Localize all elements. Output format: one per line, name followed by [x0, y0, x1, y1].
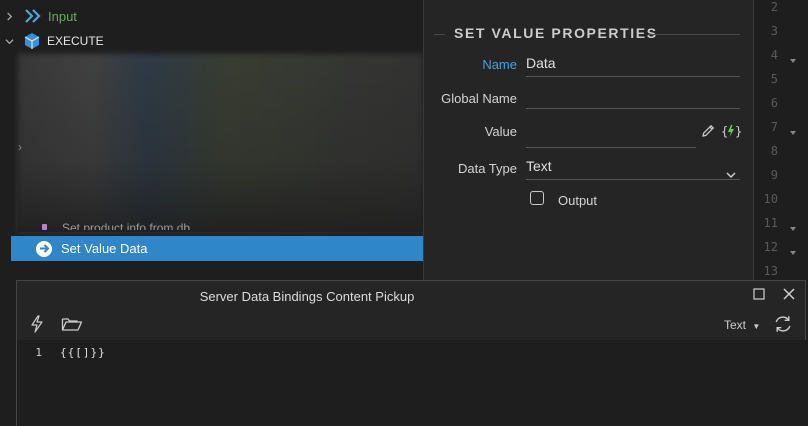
value-field[interactable] [526, 123, 696, 148]
fold-arrow-icon[interactable] [789, 53, 797, 63]
arrow-right-icon [36, 240, 52, 257]
code-line-text[interactable]: {{[]}} [60, 346, 106, 359]
properties-title: SET VALUE PROPERTIES [454, 25, 658, 41]
line-number: 2 [770, 0, 778, 14]
line-number: 12 [763, 240, 778, 254]
code-line-number: 1 [35, 346, 42, 359]
tree-item-input[interactable]: Input [0, 4, 77, 28]
divider [434, 34, 445, 35]
data-type-label: Data Type [457, 161, 517, 176]
line-number: 7 [770, 120, 778, 134]
line-number: 5 [770, 72, 778, 86]
svg-text:}: } [735, 125, 741, 139]
code-editor-gutter [753, 0, 808, 280]
line-number: 11 [763, 216, 778, 230]
tree-item-execute[interactable]: EXECUTE [0, 29, 104, 53]
output-label: Output [558, 193, 598, 208]
fold-arrow-icon[interactable] [789, 125, 797, 135]
divider [648, 34, 740, 35]
name-label: Name [482, 57, 517, 72]
chevron-down-icon [726, 163, 736, 185]
refresh-icon[interactable] [772, 313, 794, 335]
lightning-icon[interactable] [28, 313, 46, 335]
cube-icon [23, 32, 41, 50]
name-field[interactable]: Data [526, 52, 740, 77]
line-number: 13 [763, 264, 778, 278]
data-type-select[interactable]: Text [526, 155, 740, 180]
tree-item-partial-label: Set product info from db [62, 221, 191, 230]
line-number: 8 [770, 144, 778, 158]
line-number: 9 [770, 168, 778, 182]
mode-select[interactable]: Text ▼ [724, 318, 760, 332]
line-number: 6 [770, 96, 778, 110]
pencil-icon[interactable] [698, 121, 718, 141]
chevron-right-icon[interactable] [0, 11, 18, 21]
global-name-field[interactable] [526, 84, 740, 109]
code-editor[interactable] [17, 340, 806, 426]
blurred-content-overlay [18, 54, 423, 232]
dialog-title: Server Data Bindings Content Pickup [199, 289, 415, 304]
tree-item-set-value-data[interactable]: Set Value Data [11, 236, 423, 261]
chevron-right-icon: › [18, 140, 22, 154]
data-type-value: Text [526, 158, 552, 174]
tree-item-set-value-data-label: Set Value Data [61, 241, 148, 256]
line-number: 3 [770, 24, 778, 38]
tree-item-execute-label: EXECUTE [47, 34, 104, 48]
dynamic-data-icon[interactable]: {} [720, 121, 742, 141]
close-icon[interactable] [781, 286, 797, 302]
line-number: 4 [770, 48, 778, 62]
line-number: 10 [763, 192, 778, 206]
svg-text:{: { [721, 125, 728, 139]
step-icon [42, 224, 47, 230]
input-icon [24, 9, 42, 23]
fold-arrow-icon[interactable] [789, 245, 797, 255]
fold-arrow-icon[interactable] [789, 221, 797, 231]
global-name-label: Global Name [441, 91, 517, 106]
maximize-icon[interactable] [751, 286, 767, 302]
tree-item-input-label: Input [48, 8, 77, 24]
caret-down-icon: ▼ [752, 322, 761, 331]
mode-select-value: Text [724, 318, 747, 332]
chevron-down-icon[interactable] [0, 37, 18, 46]
value-label: Value [484, 124, 517, 139]
folder-open-icon[interactable] [60, 314, 84, 334]
output-checkbox[interactable] [530, 191, 544, 205]
